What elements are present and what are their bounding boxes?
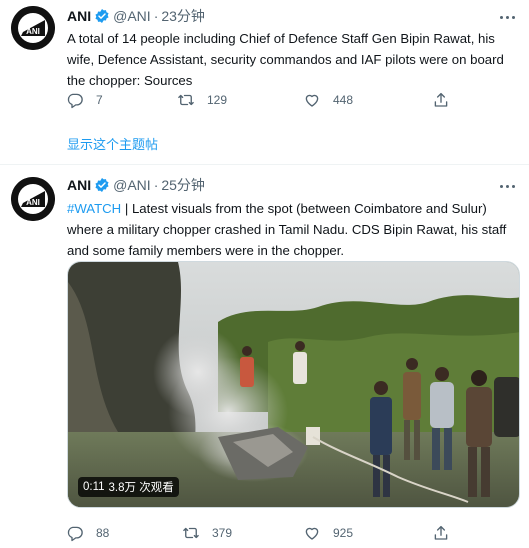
show-thread-link[interactable]: 显示这个主题帖 <box>67 134 158 153</box>
like-count: 925 <box>333 526 354 540</box>
video-duration: 0:11 <box>83 481 105 493</box>
ani-logo-icon: ANI <box>11 6 55 50</box>
verified-badge-icon <box>95 178 109 192</box>
tweet-text: #WATCH | Latest visuals from the spot (b… <box>67 198 519 261</box>
share-icon <box>434 92 448 107</box>
author-handle[interactable]: @ANI <box>113 177 151 193</box>
video-badge: 0:11 3.8万 次观看 <box>78 477 179 497</box>
reply-icon <box>67 93 83 109</box>
reply-button[interactable]: 88 <box>66 523 109 543</box>
author-handle[interactable]: @ANI <box>113 8 151 24</box>
tweet-text-content: | Latest visuals from the spot (between … <box>67 201 507 258</box>
separator: · <box>153 8 159 24</box>
retweet-button[interactable]: 129 <box>177 90 227 110</box>
hashtag-link[interactable]: #WATCH <box>67 201 121 216</box>
author-name[interactable]: ANI <box>67 177 91 193</box>
retweet-icon <box>178 94 194 106</box>
like-button[interactable]: 925 <box>303 523 353 543</box>
tweet-actions: 88 379 925 <box>66 523 456 543</box>
timestamp[interactable]: 23分钟 <box>161 6 205 26</box>
avatar[interactable]: ANI <box>11 6 55 50</box>
like-icon <box>305 527 319 540</box>
tweet[interactable]: ANI ANI @ANI · 25分钟 #WATCH | Latest visu… <box>0 164 529 548</box>
tweet[interactable]: ANI ANI @ANI · 23分钟 A total of 14 people… <box>0 0 529 164</box>
avatar[interactable]: ANI <box>11 177 55 221</box>
reply-count: 7 <box>96 93 103 107</box>
tweet-text: A total of 14 people including Chief of … <box>67 31 504 88</box>
like-button[interactable]: 448 <box>303 90 353 110</box>
retweet-button[interactable]: 379 <box>182 523 232 543</box>
separator: · <box>153 177 159 193</box>
like-icon <box>305 94 319 107</box>
share-button[interactable] <box>432 523 462 543</box>
like-count: 448 <box>333 93 354 107</box>
avatar-logo-text: ANI <box>26 27 40 36</box>
video-thumbnail <box>68 262 519 507</box>
avatar-logo-text: ANI <box>26 198 40 207</box>
share-icon <box>434 525 448 540</box>
retweet-count: 379 <box>212 526 233 540</box>
video-player[interactable]: 0:11 3.8万 次观看 <box>67 261 520 508</box>
verified-badge-icon <box>95 9 109 23</box>
reply-button[interactable]: 7 <box>66 90 103 110</box>
tweet-actions: 7 129 448 <box>66 90 456 110</box>
timestamp[interactable]: 25分钟 <box>161 175 205 195</box>
reply-count: 88 <box>96 526 110 540</box>
share-button[interactable] <box>432 90 462 110</box>
author-name[interactable]: ANI <box>67 8 91 24</box>
ani-logo-icon: ANI <box>11 177 55 221</box>
reply-icon <box>67 526 83 542</box>
more-icon[interactable] <box>497 10 519 24</box>
more-icon[interactable] <box>497 179 519 193</box>
retweet-count: 129 <box>207 93 228 107</box>
video-views: 3.8万 次观看 <box>108 482 174 494</box>
retweet-icon <box>183 527 199 539</box>
tweet-header: ANI @ANI · 23分钟 <box>67 6 205 26</box>
tweet-header: ANI @ANI · 25分钟 <box>67 175 205 195</box>
